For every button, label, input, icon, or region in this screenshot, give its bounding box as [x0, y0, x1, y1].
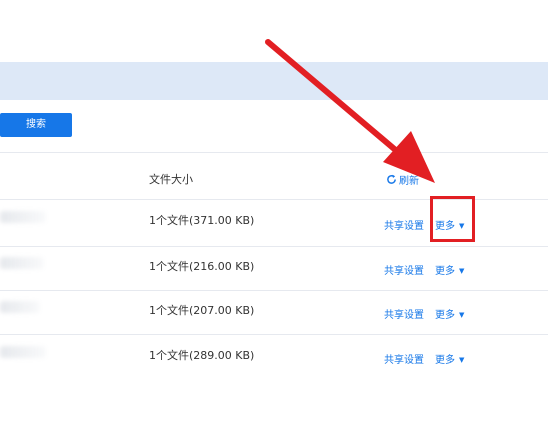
search-button[interactable]: 搜索	[0, 113, 72, 137]
row-divider	[0, 334, 548, 335]
more-menu-button[interactable]: 更多 ▼	[435, 262, 464, 277]
file-name-blurred	[0, 301, 40, 313]
file-size-cell: 1个文件(216.00 KB)	[149, 260, 255, 273]
share-settings-link[interactable]: 共享设置	[384, 351, 424, 366]
share-settings-link[interactable]: 共享设置	[384, 262, 424, 277]
annotation-highlight-box	[430, 196, 475, 242]
column-header-file-size: 文件大小	[149, 173, 193, 186]
caret-down-icon: ▼	[459, 356, 465, 364]
share-settings-link[interactable]: 共享设置	[384, 306, 424, 321]
file-size-cell: 1个文件(371.00 KB)	[149, 214, 255, 227]
more-menu-button[interactable]: 更多 ▼	[435, 351, 464, 366]
file-size-cell: 1个文件(207.00 KB)	[149, 304, 255, 317]
refresh-button[interactable]: 刷新	[386, 172, 419, 187]
share-settings-link[interactable]: 共享设置	[384, 217, 424, 232]
more-label: 更多	[435, 310, 455, 321]
file-name-blurred	[0, 257, 44, 269]
file-name-blurred	[0, 346, 46, 358]
top-bar	[0, 62, 548, 100]
more-menu-button[interactable]: 更多 ▼	[435, 306, 464, 321]
row-divider	[0, 290, 548, 291]
refresh-label: 刷新	[399, 176, 419, 187]
header-divider-top	[0, 152, 548, 153]
caret-down-icon: ▼	[459, 311, 465, 319]
refresh-icon	[387, 174, 396, 184]
file-name-blurred	[0, 211, 46, 223]
row-divider	[0, 246, 548, 247]
file-size-cell: 1个文件(289.00 KB)	[149, 349, 255, 362]
more-label: 更多	[435, 266, 455, 277]
caret-down-icon: ▼	[459, 267, 465, 275]
file-manager-screen: 搜索 文件大小 刷新 1个文件(371.00 KB) 共享设置 更多 ▼ 1个文件…	[0, 0, 548, 444]
more-label: 更多	[435, 355, 455, 366]
